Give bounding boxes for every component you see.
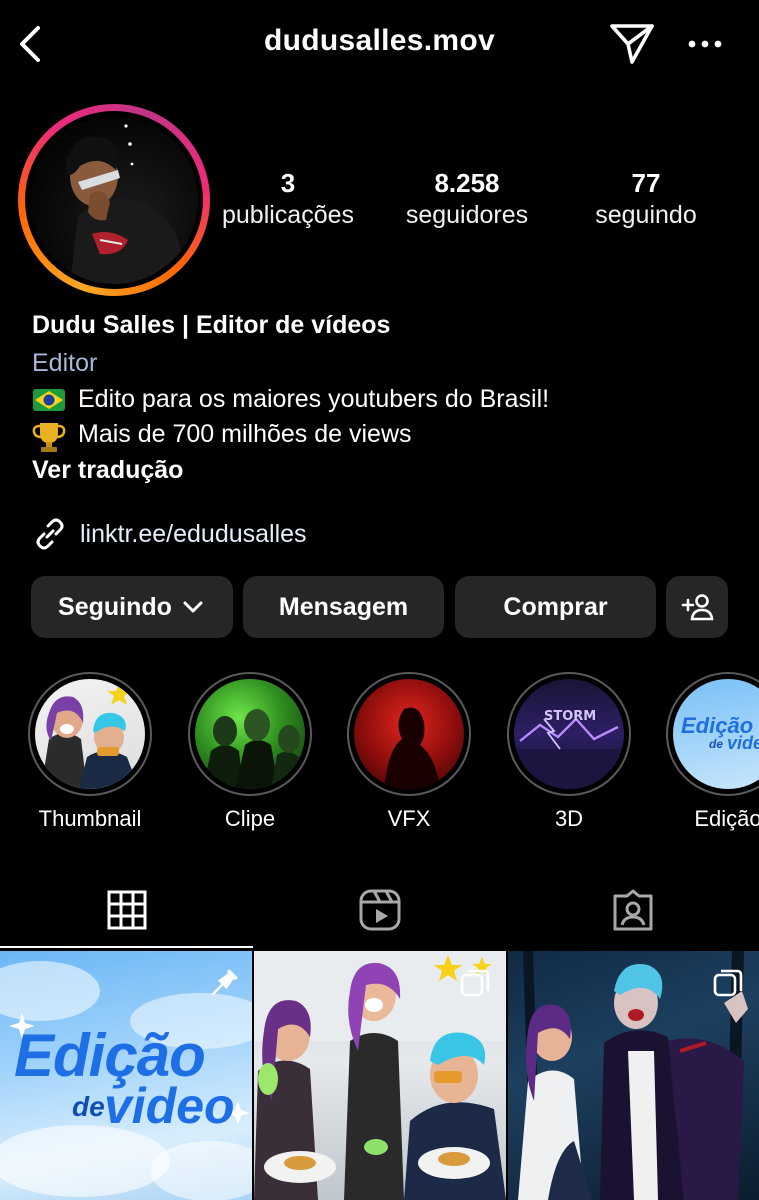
- highlight-thumbnail[interactable]: Thumbnail: [27, 672, 153, 832]
- highlight-cover: STORM: [514, 679, 624, 789]
- highlight-label: 3D: [554, 806, 584, 831]
- highlight-cover: [195, 679, 305, 789]
- highlight-ring: STORM: [507, 672, 631, 796]
- highlight-label: Thumbnail: [38, 806, 142, 831]
- highlight-edicao[interactable]: Edição de video Edição: [665, 672, 759, 832]
- message-button[interactable]: Mensagem: [243, 576, 444, 638]
- bio-line-text: Edito para os maiores youtubers do Brasi…: [78, 385, 550, 413]
- buy-button-label: Comprar: [503, 592, 608, 621]
- post-title-video: video: [104, 1078, 235, 1134]
- reels-icon: [359, 889, 400, 931]
- tab-reels[interactable]: [253, 872, 506, 948]
- profile-link-text: linktr.ee/edudusalles: [80, 519, 307, 548]
- following-count[interactable]: 77 seguindo: [572, 168, 720, 232]
- buy-button[interactable]: Comprar: [455, 576, 656, 638]
- highlight-label: VFX: [387, 806, 431, 831]
- highlight-cover: Edição de video: [673, 679, 759, 789]
- profile-link[interactable]: linktr.ee/edudusalles: [32, 516, 307, 552]
- highlight-cover: [35, 679, 145, 789]
- add-user-icon: [681, 594, 714, 621]
- avatar-photo: [66, 124, 188, 284]
- brazil-flag-icon: [32, 386, 66, 414]
- following-count-label: seguindo: [595, 201, 697, 229]
- followers-count[interactable]: 8.258 seguidores: [388, 168, 546, 232]
- highlight-ring: [188, 672, 312, 796]
- posts-count-label: publicações: [221, 201, 355, 229]
- tagged-icon: [613, 889, 652, 931]
- more-options-button[interactable]: [684, 24, 726, 64]
- highlight-ring: [347, 672, 471, 796]
- pin-icon: [211, 969, 238, 996]
- highlight-ring: Edição de video: [666, 672, 759, 796]
- link-icon: [36, 518, 64, 550]
- followers-count-value: 8.258: [434, 168, 500, 198]
- tab-grid[interactable]: [0, 872, 253, 948]
- post-thumbnail[interactable]: Edição de video: [0, 951, 252, 1200]
- tab-active-indicator: [0, 946, 253, 948]
- chevron-down-icon: [183, 601, 203, 613]
- highlight-label: Clipe: [224, 806, 276, 831]
- message-button-label: Mensagem: [278, 592, 409, 621]
- avatar-story-ring[interactable]: [18, 104, 210, 296]
- tab-tagged[interactable]: [506, 872, 759, 948]
- profile-category: Editor: [32, 349, 98, 377]
- post-thumbnail[interactable]: [254, 951, 506, 1200]
- bio-line: Mais de 700 milhões de views: [32, 417, 732, 452]
- highlight-cover: [354, 679, 464, 789]
- carousel-icon: [713, 969, 743, 997]
- suggested-users-button[interactable]: [666, 576, 728, 638]
- profile-bio: Dudu Salles | Editor de vídeos Editor Ed…: [32, 306, 732, 488]
- post-thumbnail[interactable]: [508, 951, 759, 1200]
- post-title-de: de: [72, 1091, 105, 1122]
- followers-count-label: seguidores: [405, 201, 529, 229]
- bio-line: Edito para os maiores youtubers do Brasi…: [32, 382, 732, 417]
- highlight-vfx[interactable]: VFX: [346, 672, 472, 832]
- trophy-icon: [32, 421, 66, 452]
- carousel-icon: [460, 969, 490, 997]
- paper-plane-icon: [610, 24, 654, 64]
- highlight-3d[interactable]: STORM 3D: [506, 672, 632, 832]
- following-count-value: 77: [631, 168, 661, 198]
- grid-icon: [107, 890, 146, 930]
- posts-count[interactable]: 3 publicações: [208, 168, 368, 232]
- display-name: Dudu Salles | Editor de vídeos: [32, 311, 391, 339]
- highlight-storm-text: STORM: [544, 709, 597, 724]
- following-button-label: Seguindo: [58, 592, 172, 621]
- bio-line-text: Mais de 700 milhões de views: [78, 420, 412, 448]
- highlight-de-word: de: [709, 737, 724, 751]
- following-button[interactable]: Seguindo: [31, 576, 233, 638]
- highlight-video-word: video: [727, 733, 759, 753]
- highlight-clipe[interactable]: Clipe: [187, 672, 313, 832]
- posts-count-value: 3: [280, 168, 296, 198]
- see-translation-link[interactable]: Ver tradução: [32, 452, 732, 488]
- ellipsis-icon: [688, 40, 722, 48]
- avatar: [30, 116, 198, 284]
- highlight-ring: [28, 672, 152, 796]
- share-profile-button[interactable]: [606, 20, 658, 66]
- highlight-label: Edição: [694, 806, 759, 831]
- profile-header: dudusalles.mov: [0, 0, 759, 90]
